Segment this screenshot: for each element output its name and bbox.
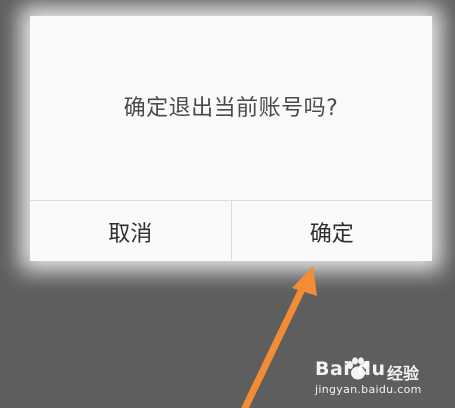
- confirm-button[interactable]: 确定: [230, 201, 433, 262]
- paw-icon: [347, 357, 369, 380]
- watermark-brand-cn: 经验: [387, 364, 420, 383]
- arrow-head: [292, 266, 317, 296]
- baidu-jingyan-watermark: Bai du 经验 jingyan.baidu.com: [315, 357, 433, 398]
- arrow-shaft: [241, 281, 308, 408]
- cancel-button[interactable]: 取消: [30, 201, 231, 262]
- logout-confirm-dialog: 确定退出当前账号吗? 取消 确定: [30, 16, 432, 262]
- watermark-url: jingyan.baidu.com: [315, 383, 422, 396]
- dialog-message: 确定退出当前账号吗?: [123, 96, 339, 121]
- dialog-button-row: 取消 确定: [30, 200, 432, 262]
